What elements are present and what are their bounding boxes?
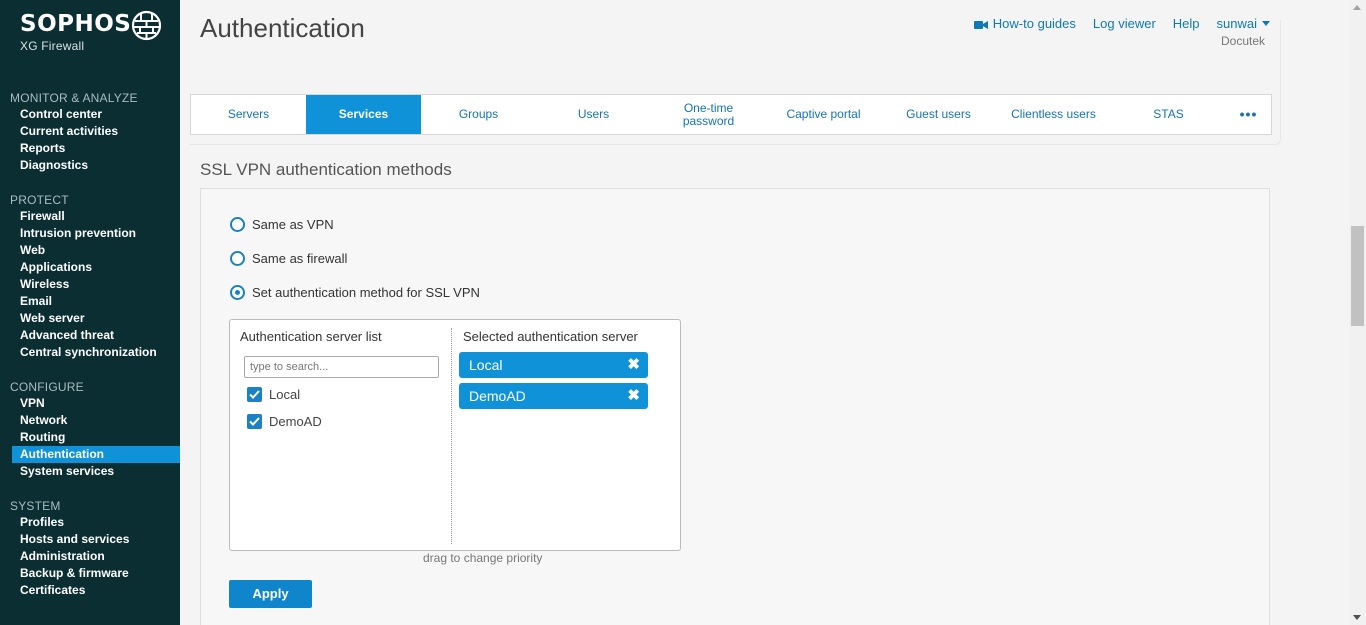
chevron-down-icon [1262, 21, 1270, 26]
drag-priority-hint: drag to change priority [423, 551, 543, 565]
sidebar-item-hosts-and-services[interactable]: Hosts and services [0, 531, 180, 548]
nav-heading: MONITOR & ANALYZE [10, 91, 138, 105]
checkbox-checked[interactable] [247, 414, 262, 429]
sidebar-item-applications[interactable]: Applications [0, 259, 180, 276]
radio-same-as-vpn[interactable]: Same as VPN [230, 217, 334, 232]
sidebar-item-certificates[interactable]: Certificates [0, 582, 180, 599]
server-label: Local [269, 387, 301, 402]
globe-icon [131, 10, 162, 41]
brand-name: SOPHOS [20, 11, 132, 37]
selected-server-local[interactable]: Local ✖ [459, 352, 648, 378]
selected-server-title: Selected authentication server [463, 329, 638, 344]
chip-label: DemoAD [469, 388, 526, 404]
close-x-icon[interactable]: ✖ [627, 352, 640, 378]
sidebar-item-web[interactable]: Web [0, 242, 180, 259]
sidebar-item-network[interactable]: Network [0, 412, 180, 429]
how-to-guides-link[interactable]: How-to guides [973, 16, 1076, 31]
checkbox-checked[interactable] [247, 387, 262, 402]
tab-guest-users[interactable]: Guest users [881, 95, 996, 134]
tab-one-time-password[interactable]: One-time password [651, 95, 766, 134]
sidebar-item-advanced-threat[interactable]: Advanced threat [0, 327, 180, 344]
nav-section-configure: CONFIGURE VPN Network Routing Authentica… [0, 379, 180, 480]
server-checkbox-local[interactable]: Local [247, 387, 300, 402]
brand: SOPHOS XG Firewall [20, 11, 131, 53]
sidebar-item-central-synchronization[interactable]: Central synchronization [0, 344, 180, 361]
more-tabs-button[interactable]: ••• [1226, 95, 1271, 134]
server-list-title: Authentication server list [240, 329, 382, 344]
page-title: Authentication [200, 13, 365, 43]
tab-bar: Servers Services Groups Users One-time p… [190, 94, 1272, 135]
close-x-icon[interactable]: ✖ [627, 383, 640, 409]
column-divider [451, 328, 452, 544]
server-search-input[interactable] [244, 356, 439, 378]
scroll-up-arrow-icon[interactable] [1353, 5, 1361, 10]
top-links: How-to guides Log viewer Help sunwai [957, 16, 1270, 31]
tab-services[interactable]: Services [306, 95, 421, 134]
chip-label: Local [469, 357, 503, 373]
radio-label: Set authentication method for SSL VPN [252, 285, 480, 300]
selected-server-demoad[interactable]: DemoAD ✖ [459, 383, 648, 409]
sidebar-item-routing[interactable]: Routing [0, 429, 180, 446]
server-selection-box: Authentication server list Local DemoAD … [229, 319, 681, 551]
nav-heading: PROTECT [10, 193, 69, 207]
sidebar-item-control-center[interactable]: Control center [0, 106, 180, 123]
page-scrollbar[interactable] [1349, 0, 1366, 625]
nav-section-system: SYSTEM Profiles Hosts and services Admin… [0, 498, 180, 599]
server-checkbox-demoad[interactable]: DemoAD [247, 414, 322, 429]
apply-button[interactable]: Apply [229, 580, 312, 608]
check-icon [249, 390, 260, 399]
sidebar-item-authentication[interactable]: Authentication [12, 446, 180, 463]
check-icon [249, 417, 260, 426]
log-viewer-link[interactable]: Log viewer [1093, 16, 1156, 31]
sidebar-item-system-services[interactable]: System services [0, 463, 180, 480]
radio-button[interactable] [230, 251, 245, 266]
server-label: DemoAD [269, 414, 322, 429]
video-camera-icon [973, 20, 988, 29]
nav-heading: SYSTEM [10, 499, 61, 513]
sidebar-item-intrusion-prevention[interactable]: Intrusion prevention [0, 225, 180, 242]
sidebar-item-administration[interactable]: Administration [0, 548, 180, 565]
user-menu[interactable]: sunwai [1217, 16, 1270, 31]
sidebar-item-web-server[interactable]: Web server [0, 310, 180, 327]
sidebar-item-vpn[interactable]: VPN [0, 395, 180, 412]
radio-label: Same as VPN [252, 217, 334, 232]
radio-label: Same as firewall [252, 251, 348, 266]
radio-button-selected[interactable] [230, 285, 245, 300]
tab-captive-portal[interactable]: Captive portal [766, 95, 881, 134]
tab-stas[interactable]: STAS [1111, 95, 1226, 134]
tab-clientless-users[interactable]: Clientless users [996, 95, 1111, 134]
sidebar-item-firewall[interactable]: Firewall [0, 208, 180, 225]
how-to-guides-label: How-to guides [992, 16, 1076, 31]
tab-servers[interactable]: Servers [191, 95, 306, 134]
sidebar-item-email[interactable]: Email [0, 293, 180, 310]
user-organization: Docutek [1221, 34, 1266, 48]
sidebar-item-profiles[interactable]: Profiles [0, 514, 180, 531]
nav-section-monitor: MONITOR & ANALYZE Control center Current… [0, 90, 180, 174]
user-name: sunwai [1216, 16, 1257, 31]
sidebar-item-wireless[interactable]: Wireless [0, 276, 180, 293]
tab-users[interactable]: Users [536, 95, 651, 134]
sidebar-item-diagnostics[interactable]: Diagnostics [0, 157, 180, 174]
radio-set-method-ssl-vpn[interactable]: Set authentication method for SSL VPN [230, 285, 480, 300]
product-name: XG Firewall [20, 39, 85, 53]
sidebar-item-reports[interactable]: Reports [0, 140, 180, 157]
section-title: SSL VPN authentication methods [200, 160, 452, 179]
radio-same-as-firewall[interactable]: Same as firewall [230, 251, 347, 266]
radio-button[interactable] [230, 217, 245, 232]
tab-groups[interactable]: Groups [421, 95, 536, 134]
nav-heading: CONFIGURE [10, 380, 84, 394]
help-link[interactable]: Help [1173, 16, 1200, 31]
scroll-down-arrow-icon[interactable] [1353, 615, 1361, 620]
scroll-thumb[interactable] [1351, 226, 1364, 326]
nav-section-protect: PROTECT Firewall Intrusion prevention We… [0, 192, 180, 361]
sidebar: SOPHOS XG Firewall MONITOR & ANALYZE Con… [0, 0, 180, 625]
sidebar-item-current-activities[interactable]: Current activities [0, 123, 180, 140]
sidebar-item-backup-firmware[interactable]: Backup & firmware [0, 565, 180, 582]
